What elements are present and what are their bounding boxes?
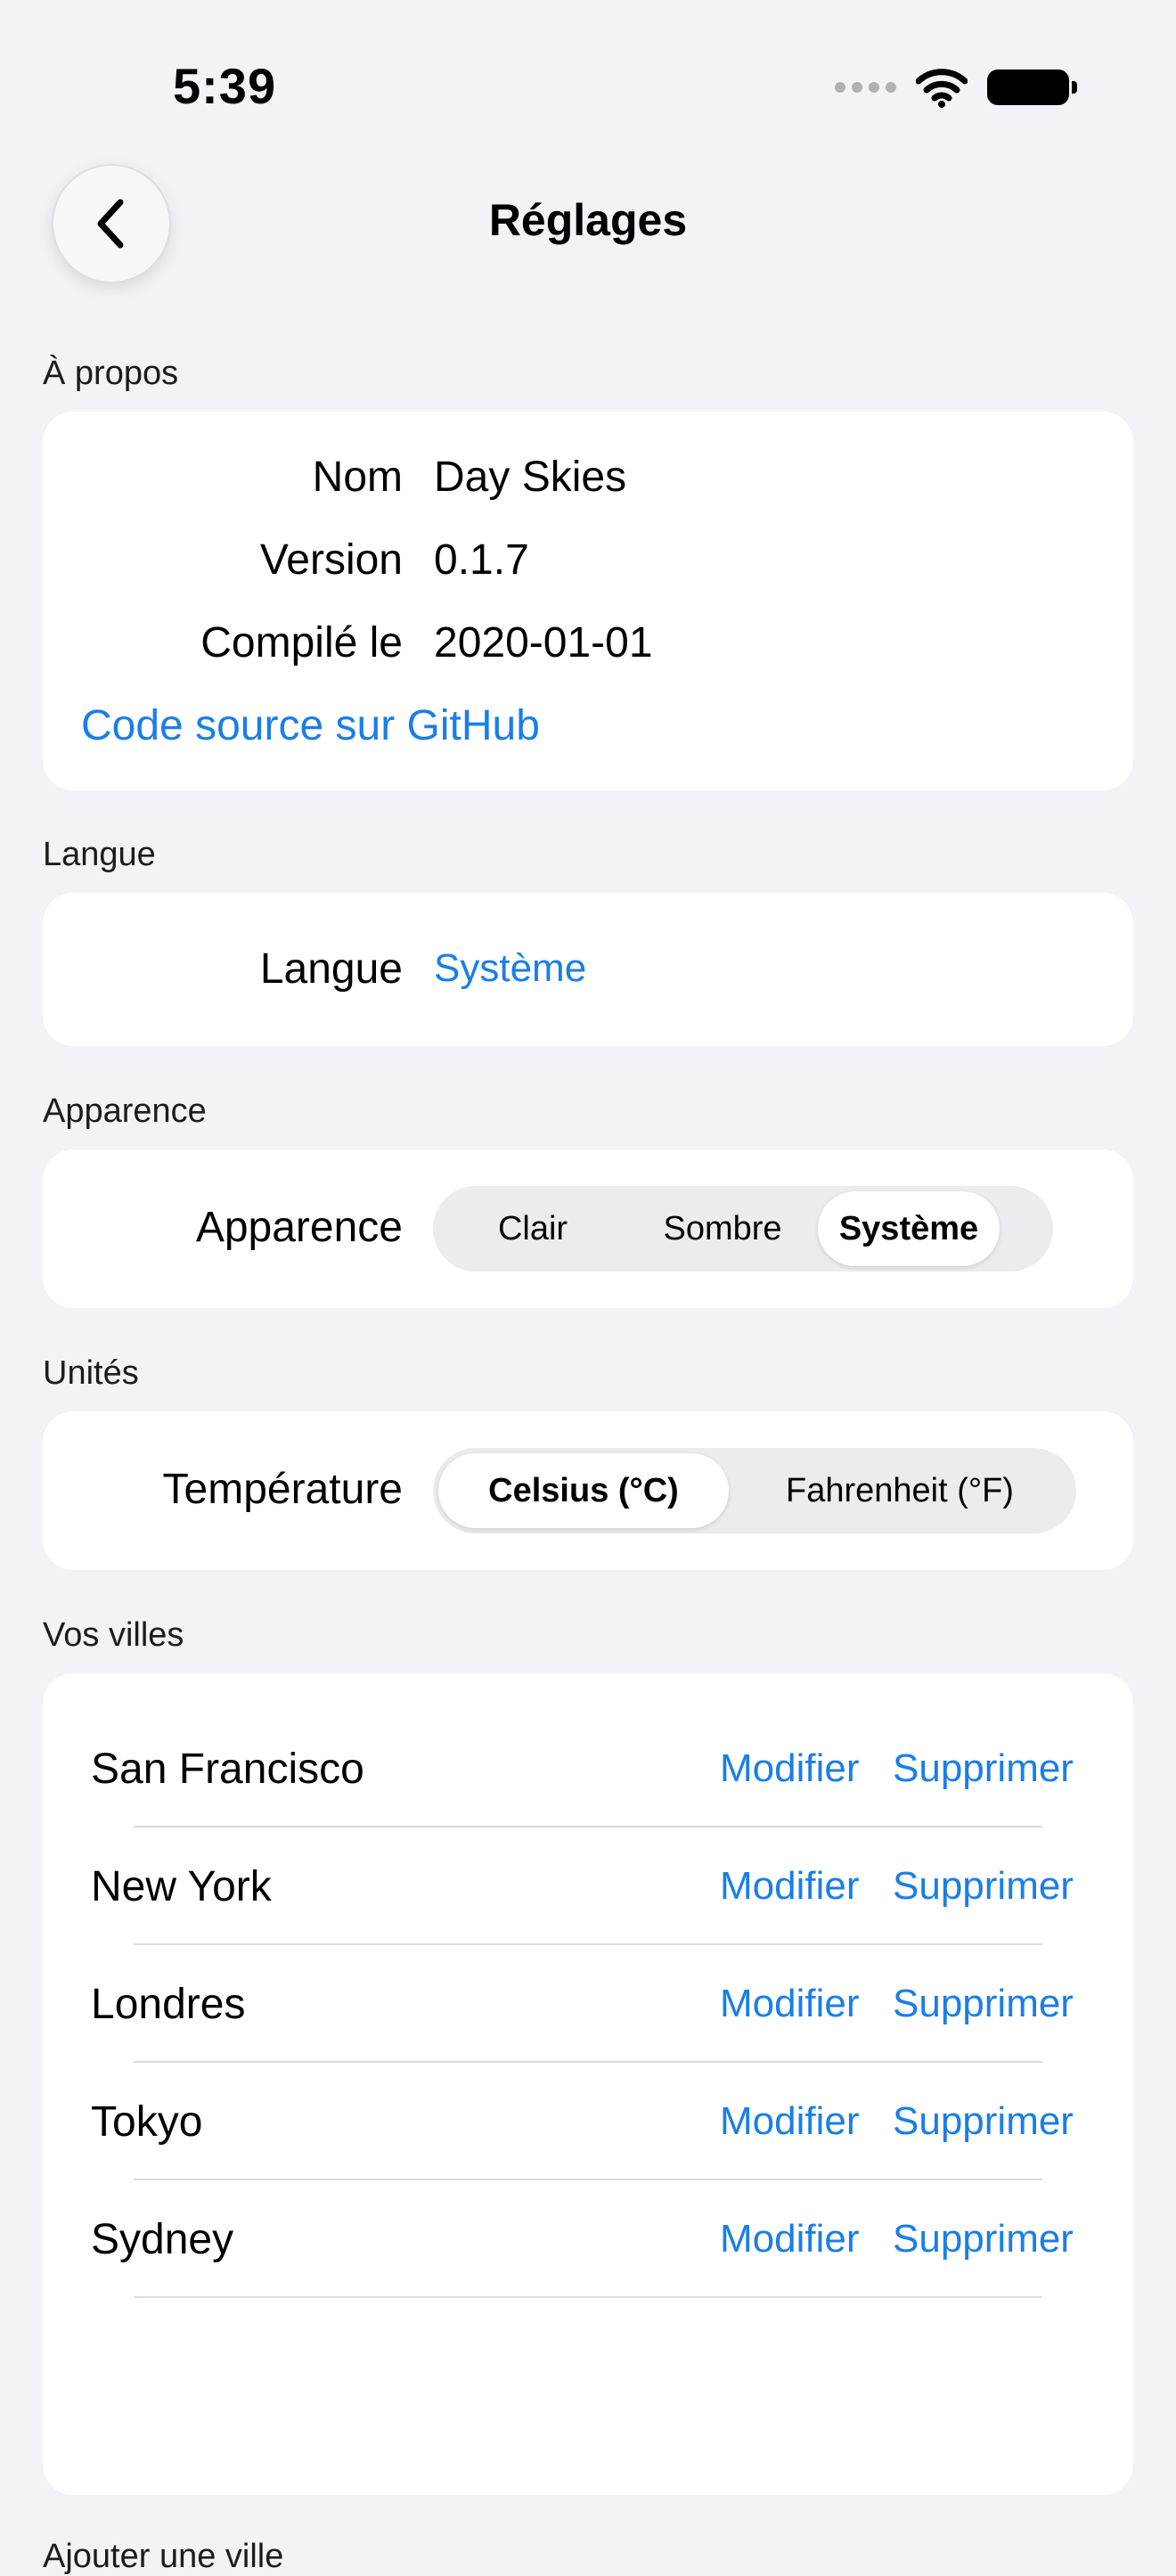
delete-city-button[interactable]: Supprimer	[893, 1982, 1074, 2026]
delete-city-button[interactable]: Supprimer	[893, 1864, 1074, 1909]
edit-city-button[interactable]: Modifier	[720, 2217, 860, 2261]
section-header-language: Langue	[43, 836, 156, 873]
temperature-label: Température	[162, 1466, 403, 1513]
appearance-segmented-control[interactable]: Clair Sombre Système	[433, 1186, 1053, 1272]
appearance-option-system[interactable]: Système	[818, 1191, 1000, 1266]
delete-city-button[interactable]: Supprimer	[893, 1746, 1074, 1791]
city-name: Sydney	[91, 2216, 234, 2263]
language-picker[interactable]: Système	[434, 946, 586, 991]
name-label: Nom	[312, 454, 403, 501]
wifi-icon	[916, 69, 968, 108]
delete-city-button[interactable]: Supprimer	[893, 2217, 1074, 2261]
name-value: Day Skies	[434, 454, 627, 501]
edit-city-button[interactable]: Modifier	[720, 1982, 860, 2026]
cities-card: San Francisco Modifier Supprimer New Yor…	[43, 1673, 1133, 2495]
city-name: New York	[91, 1863, 272, 1910]
temperature-segmented-control[interactable]: Celsius (°C) Fahrenheit (°F)	[433, 1448, 1076, 1533]
appearance-option-light[interactable]: Clair	[438, 1191, 627, 1266]
city-row-sydney: Sydney Modifier Supprimer	[43, 2179, 1133, 2298]
section-header-appearance: Apparence	[43, 1092, 207, 1130]
city-name: Tokyo	[91, 2098, 203, 2146]
section-header-cities: Vos villes	[43, 1616, 184, 1654]
about-card: Nom Day Skies Version 0.1.7 Compilé le 2…	[43, 412, 1133, 790]
language-card: Langue Système	[43, 893, 1133, 1046]
build-date-value: 2020-01-01	[434, 619, 653, 666]
appearance-card: Apparence Clair Sombre Système	[43, 1149, 1133, 1308]
delete-city-button[interactable]: Supprimer	[893, 2099, 1074, 2144]
appearance-label: Apparence	[195, 1204, 403, 1251]
appearance-option-dark[interactable]: Sombre	[627, 1191, 818, 1266]
status-icons	[835, 62, 1077, 112]
page-title: Réglages	[488, 195, 688, 245]
edit-city-button[interactable]: Modifier	[720, 2099, 860, 2144]
version-value: 0.1.7	[434, 536, 529, 584]
city-name: San Francisco	[91, 1746, 364, 1793]
edit-city-button[interactable]: Modifier	[720, 1864, 860, 1909]
version-label: Version	[259, 536, 403, 584]
github-source-link[interactable]: Code source sur GitHub	[81, 701, 540, 750]
row-divider	[134, 2296, 1042, 2298]
section-header-about: À propos	[43, 355, 179, 392]
cellular-signal-icon	[835, 82, 896, 93]
language-label: Langue	[259, 945, 403, 993]
status-time: 5:39	[173, 58, 277, 114]
city-row-san-francisco: San Francisco Modifier Supprimer	[43, 1709, 1133, 1828]
city-row-new-york: New York Modifier Supprimer	[43, 1827, 1133, 1945]
battery-icon	[987, 70, 1077, 105]
city-row-tokyo: Tokyo Modifier Supprimer	[43, 2062, 1133, 2180]
edit-city-button[interactable]: Modifier	[720, 1746, 860, 1791]
temperature-option-fahrenheit[interactable]: Fahrenheit (°F)	[729, 1453, 1071, 1528]
city-row-londres: Londres Modifier Supprimer	[43, 1944, 1133, 2063]
build-date-label: Compilé le	[200, 619, 403, 666]
section-header-units: Unités	[43, 1354, 139, 1392]
city-name: Londres	[91, 1981, 246, 2028]
section-header-add-city: Ajouter une ville	[43, 2538, 284, 2575]
units-card: Température Celsius (°C) Fahrenheit (°F)	[43, 1411, 1133, 1570]
temperature-option-celsius[interactable]: Celsius (°C)	[438, 1453, 729, 1528]
